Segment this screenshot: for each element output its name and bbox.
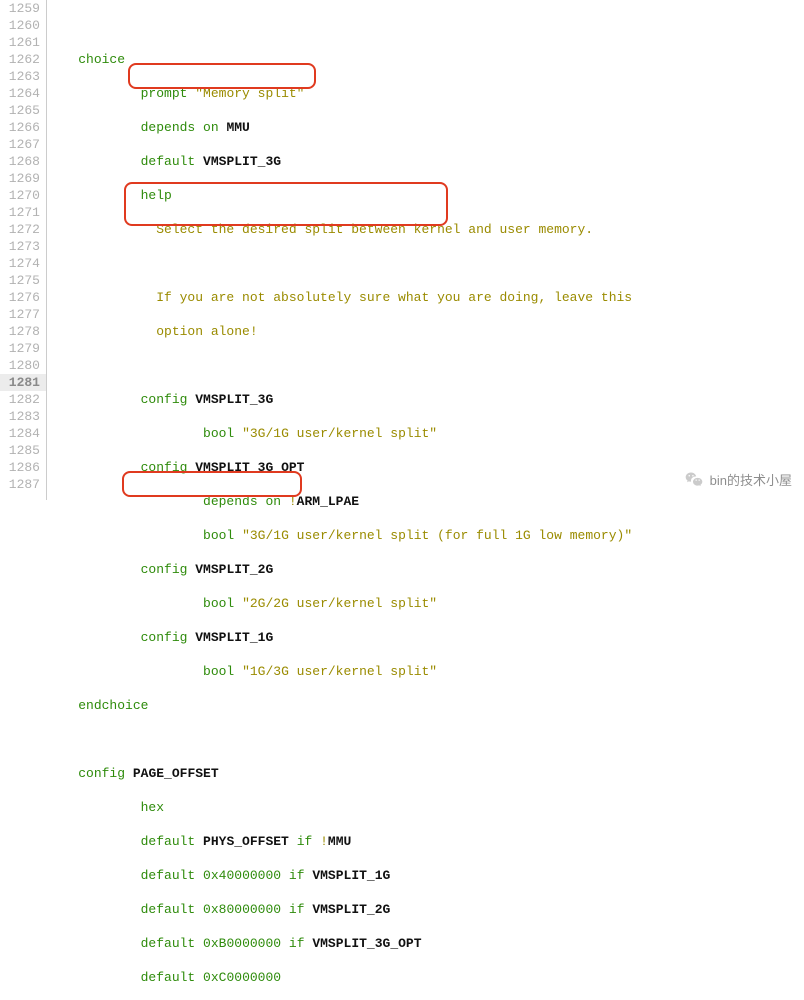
keyword-depends-on: depends on (141, 120, 219, 135)
hex-number: x80000000 (211, 902, 281, 917)
keyword-config: config (141, 630, 188, 645)
symbol-vmsplit-3g: VMSPLIT_3G (203, 154, 281, 169)
line-number: 1280 (0, 357, 46, 374)
hex-number: 0 (203, 970, 211, 985)
keyword-hex: hex (141, 800, 164, 815)
hex-number: 0 (203, 936, 211, 951)
line-number: 1272 (0, 221, 46, 238)
line-number: 1264 (0, 85, 46, 102)
keyword-default: default (141, 902, 196, 917)
keyword-bool: bool (203, 426, 234, 441)
line-number: 1284 (0, 425, 46, 442)
hex-number: 0 (203, 868, 211, 883)
symbol-arm-lpae: ARM_LPAE (297, 494, 359, 509)
keyword-bool: bool (203, 528, 234, 543)
line-number: 1265 (0, 102, 46, 119)
symbol-page-offset: PAGE_OFFSET (133, 766, 219, 781)
line-number: 1270 (0, 187, 46, 204)
string-literal: "Memory split" (195, 86, 304, 101)
keyword-choice: choice (78, 52, 125, 67)
symbol-vmsplit-3g-opt: VMSPLIT_3G_OPT (195, 460, 304, 475)
hex-number: xB0000000 (211, 936, 281, 951)
keyword-default: default (141, 868, 196, 883)
keyword-default: default (141, 154, 196, 169)
line-number: 1261 (0, 34, 46, 51)
keyword-default: default (141, 970, 196, 985)
hex-number: xC0000000 (211, 970, 281, 985)
line-number: 1271 (0, 204, 46, 221)
keyword-help: help (141, 188, 172, 203)
keyword-if: if (289, 936, 305, 951)
operator-not: ! (320, 834, 328, 849)
line-number: 1268 (0, 153, 46, 170)
hex-number: x40000000 (211, 868, 281, 883)
symbol-mmu: MMU (328, 834, 351, 849)
line-number: 1267 (0, 136, 46, 153)
line-number: 1286 (0, 459, 46, 476)
keyword-if: if (289, 902, 305, 917)
keyword-config: config (141, 562, 188, 577)
keyword-bool: bool (203, 664, 234, 679)
line-number: 1262 (0, 51, 46, 68)
line-number: 1266 (0, 119, 46, 136)
line-number: 1285 (0, 442, 46, 459)
symbol-vmsplit-1g: VMSPLIT_1G (312, 868, 390, 883)
keyword-if: if (289, 868, 305, 883)
keyword-default: default (141, 936, 196, 951)
symbol-phys-offset: PHYS_OFFSET (203, 834, 289, 849)
help-text: Select the desired split between kernel … (156, 222, 593, 237)
line-number: 1274 (0, 255, 46, 272)
help-text: If you are not absolutely sure what you … (156, 290, 632, 305)
symbol-vmsplit-2g: VMSPLIT_2G (195, 562, 273, 577)
line-number: 1277 (0, 306, 46, 323)
help-text: option alone! (156, 324, 257, 339)
symbol-vmsplit-3g: VMSPLIT_3G (195, 392, 273, 407)
string-literal: "3G/1G user/kernel split (for full 1G lo… (242, 528, 632, 543)
string-literal: "2G/2G user/kernel split" (242, 596, 437, 611)
keyword-default: default (141, 834, 196, 849)
symbol-vmsplit-3g-opt: VMSPLIT_3G_OPT (312, 936, 421, 951)
watermark-text: bin的技术小屋 (710, 472, 792, 489)
line-number: 1278 (0, 323, 46, 340)
line-number: 1276 (0, 289, 46, 306)
line-number: 1269 (0, 170, 46, 187)
keyword-config: config (141, 460, 188, 475)
operator-not: ! (289, 494, 297, 509)
keyword-if: if (297, 834, 313, 849)
code-area: choice prompt "Memory split" depends on … (47, 0, 656, 1000)
symbol-mmu: MMU (226, 120, 249, 135)
line-number: 1259 (0, 0, 46, 17)
string-literal: "1G/3G user/kernel split" (242, 664, 437, 679)
watermark: bin的技术小屋 (684, 470, 792, 490)
keyword-config: config (141, 392, 188, 407)
keyword-depends-on: depends on (203, 494, 281, 509)
line-number: 1281 (0, 374, 46, 391)
line-number: 1283 (0, 408, 46, 425)
line-number: 1260 (0, 17, 46, 34)
hex-number: 0 (203, 902, 211, 917)
line-number: 1275 (0, 272, 46, 289)
line-number-gutter: 1259126012611262126312641265126612671268… (0, 0, 47, 500)
keyword-bool: bool (203, 596, 234, 611)
string-literal: "3G/1G user/kernel split" (242, 426, 437, 441)
line-number: 1282 (0, 391, 46, 408)
line-number: 1287 (0, 476, 46, 493)
keyword-config: config (78, 766, 125, 781)
symbol-vmsplit-2g: VMSPLIT_2G (312, 902, 390, 917)
symbol-vmsplit-1g: VMSPLIT_1G (195, 630, 273, 645)
line-number: 1263 (0, 68, 46, 85)
keyword-endchoice: endchoice (78, 698, 148, 713)
wechat-icon (684, 470, 704, 490)
keyword-prompt: prompt (141, 86, 188, 101)
line-number: 1279 (0, 340, 46, 357)
line-number: 1273 (0, 238, 46, 255)
